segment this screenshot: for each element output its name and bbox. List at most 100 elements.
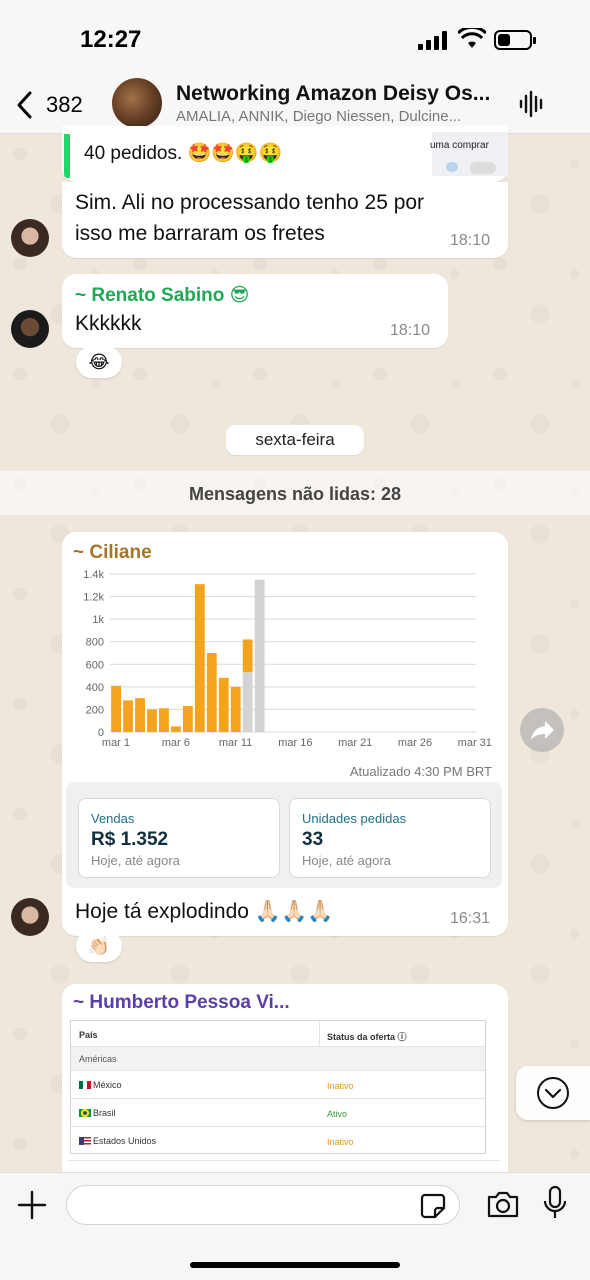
usa-flag-icon bbox=[79, 1137, 91, 1145]
offer-status: Inativo bbox=[327, 1081, 354, 1091]
scroll-to-bottom-button[interactable] bbox=[516, 1066, 590, 1120]
chart-bar bbox=[182, 706, 193, 732]
battery-icon bbox=[494, 30, 536, 50]
avatar[interactable] bbox=[11, 898, 49, 936]
sender-name[interactable]: ~ Ciliane bbox=[73, 542, 152, 564]
sender-name[interactable]: ~ Humberto Pessoa Vi... bbox=[73, 992, 290, 1014]
metric-value: R$ 1.352 bbox=[91, 829, 169, 850]
region-label: Américas bbox=[79, 1054, 117, 1064]
sender-name[interactable]: ~ Renato Sabino 😎 bbox=[75, 284, 249, 307]
message-text: Kkkkkk bbox=[75, 312, 142, 335]
y-tick-label: 400 bbox=[86, 682, 104, 694]
chart-bar bbox=[242, 639, 253, 673]
forward-icon bbox=[531, 721, 554, 740]
country-name: Brasil bbox=[93, 1108, 116, 1118]
chart-bar bbox=[123, 700, 133, 732]
table-row: México Inativo bbox=[71, 1071, 485, 1099]
x-tick-label: mar 16 bbox=[278, 737, 312, 749]
mexico-flag-icon bbox=[79, 1081, 91, 1089]
chart-bar bbox=[111, 685, 122, 732]
group-members[interactable]: AMALIA, ANNIK, Diego Niessen, Dulcine... bbox=[176, 108, 506, 125]
message-time: 16:31 bbox=[450, 910, 491, 927]
chart-bar bbox=[159, 708, 169, 732]
message-caption: Hoje tá explodindo 🙏🏻🙏🏻🙏🏻 bbox=[75, 900, 334, 923]
table-row: Brasil Ativo bbox=[71, 1099, 485, 1127]
offer-status: Inativo bbox=[327, 1137, 354, 1147]
chart-bar bbox=[218, 677, 229, 732]
metric-card-sales: Vendas R$ 1.352 Hoje, até agora bbox=[78, 798, 280, 878]
offer-status: Ativo bbox=[327, 1109, 348, 1119]
x-tick-label: mar 21 bbox=[338, 737, 372, 749]
audio-call-icon[interactable] bbox=[518, 90, 546, 118]
avatar[interactable] bbox=[11, 219, 49, 257]
country-name: Estados Unidos bbox=[93, 1136, 157, 1146]
message-time: 18:10 bbox=[450, 232, 491, 249]
metric-label: Vendas bbox=[91, 811, 135, 826]
chevron-left-icon bbox=[17, 91, 32, 119]
metric-value: 33 bbox=[302, 829, 324, 850]
message-bubble[interactable]: Sim. Ali no processando tenho 25 por iss… bbox=[62, 182, 508, 258]
metric-subtitle: Hoje, até agora bbox=[302, 853, 391, 868]
chart-bar bbox=[135, 698, 145, 732]
chart-bar-partial bbox=[242, 672, 253, 732]
avatar[interactable] bbox=[11, 310, 49, 348]
y-tick-label: 600 bbox=[86, 659, 104, 671]
quoted-preview-text: uma comprar bbox=[430, 140, 489, 151]
y-tick-label: 800 bbox=[86, 637, 104, 649]
country-name: México bbox=[93, 1080, 122, 1090]
offer-status-table: País Status da oferta ⓘ Américas México … bbox=[70, 1020, 486, 1154]
quoted-message-text: 40 pedidos. 🤩🤩🤑🤑 bbox=[84, 143, 283, 164]
clock: 12:27 bbox=[80, 26, 142, 53]
metric-subtitle: Hoje, até agora bbox=[91, 853, 180, 868]
reaction-badge[interactable]: 😂 bbox=[76, 346, 122, 378]
chart-bar bbox=[206, 653, 217, 732]
chart-bar bbox=[147, 709, 157, 732]
home-indicator bbox=[190, 1262, 400, 1268]
column-header: País bbox=[79, 1030, 98, 1040]
x-tick-label: mar 1 bbox=[102, 737, 130, 749]
table-row: Estados Unidos Inativo bbox=[71, 1127, 485, 1154]
group-avatar[interactable] bbox=[112, 78, 162, 128]
column-header: Status da oferta ⓘ bbox=[327, 1032, 407, 1042]
back-button[interactable]: 382 bbox=[14, 88, 83, 122]
sticker-icon[interactable] bbox=[420, 1193, 446, 1219]
y-tick-label: 200 bbox=[86, 704, 104, 716]
message-bubble[interactable]: ~ Renato Sabino 😎 Kkkkkk 18:10 bbox=[62, 274, 448, 348]
metrics-panel: Vendas R$ 1.352 Hoje, até agora Unidades… bbox=[66, 782, 502, 888]
y-tick-label: 1.2k bbox=[83, 592, 104, 604]
metric-label: Unidades pedidas bbox=[302, 811, 407, 826]
cellular-signal-icon bbox=[418, 30, 448, 50]
message-text-line-2: isso me barraram os fretes bbox=[75, 222, 325, 245]
chevron-down-icon bbox=[537, 1077, 569, 1109]
unread-chats-count: 382 bbox=[46, 92, 83, 117]
plus-icon[interactable] bbox=[16, 1189, 48, 1221]
wifi-icon bbox=[458, 28, 486, 48]
quote-accent-bar bbox=[64, 134, 70, 178]
camera-icon[interactable] bbox=[486, 1189, 520, 1219]
table-header-row: País Status da oferta ⓘ bbox=[71, 1021, 485, 1047]
y-tick-label: 1.4k bbox=[83, 569, 104, 581]
message-time: 18:10 bbox=[390, 322, 431, 339]
chart-bar bbox=[194, 584, 205, 732]
message-text-line-1: Sim. Ali no processando tenho 25 por bbox=[75, 191, 425, 214]
x-tick-label: mar 11 bbox=[219, 737, 252, 749]
microphone-icon[interactable] bbox=[542, 1185, 568, 1221]
group-title[interactable]: Networking Amazon Deisy Os... bbox=[176, 82, 506, 106]
message-input[interactable] bbox=[66, 1185, 460, 1225]
reaction-badge[interactable]: 👏🏻 bbox=[76, 930, 122, 962]
chart-updated-time: Atualizado 4:30 PM BRT bbox=[349, 764, 492, 779]
metric-card-units: Unidades pedidas 33 Hoje, até agora bbox=[289, 798, 491, 878]
forward-button[interactable] bbox=[520, 708, 564, 752]
x-tick-label: mar 26 bbox=[398, 737, 432, 749]
chart-bar bbox=[171, 726, 181, 732]
x-tick-label: mar 31 bbox=[458, 737, 492, 749]
x-tick-label: mar 6 bbox=[162, 737, 190, 749]
brazil-flag-icon bbox=[79, 1109, 91, 1117]
sales-bar-chart: 02004006008001k1.2k1.4kmar 1 mar 6 mar 11 m… bbox=[83, 569, 492, 749]
chart-bar bbox=[254, 579, 265, 732]
status-bar: 12:27 bbox=[0, 0, 590, 78]
chart-bar bbox=[230, 686, 241, 732]
table-region-row: Américas bbox=[71, 1047, 485, 1071]
day-separator: sexta-feira bbox=[226, 425, 364, 455]
y-tick-label: 1k bbox=[92, 614, 104, 626]
